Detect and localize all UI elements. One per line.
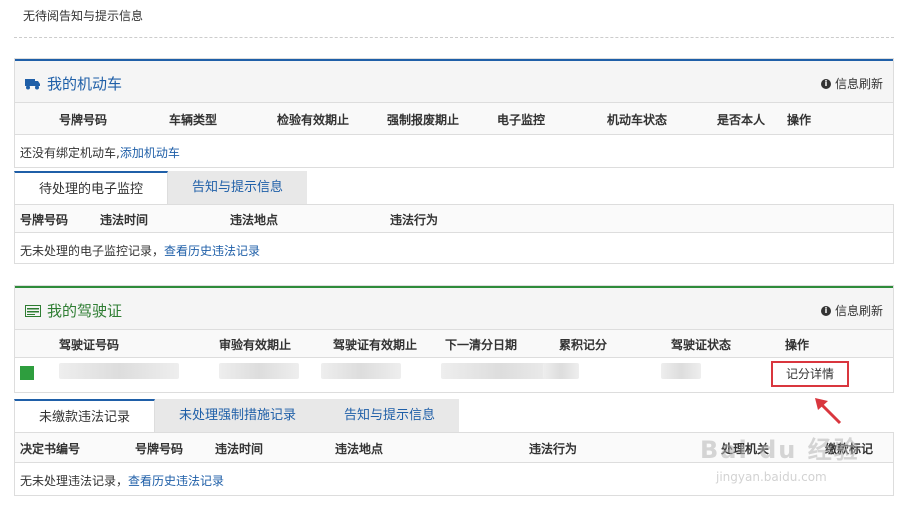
redacted-value bbox=[59, 363, 179, 379]
tab-enforcement-records[interactable]: 未处理强制措施记录 bbox=[155, 399, 321, 433]
vehicle-panel-header: 我的机动车 i 信息刷新 bbox=[15, 59, 893, 103]
license-title-text: 我的驾驶证 bbox=[47, 302, 123, 320]
license-refresh-label: 信息刷新 bbox=[834, 304, 883, 318]
col-header: 号牌号码 bbox=[135, 442, 184, 456]
monitoring-table-header: 号牌号码 违法时间 违法地点 违法行为 bbox=[15, 205, 893, 233]
col-header: 号牌号码 bbox=[59, 113, 108, 127]
license-refresh-button[interactable]: i 信息刷新 bbox=[820, 302, 883, 319]
status-indicator bbox=[20, 366, 34, 380]
vehicle-panel-title: 我的机动车 bbox=[25, 73, 122, 94]
vehicle-panel: 我的机动车 i 信息刷新 号牌号码 车辆类型 检验有效期止 强制报废期止 电子监… bbox=[14, 58, 894, 168]
monitoring-empty-text: 无未处理的电子监控记录， bbox=[20, 244, 165, 258]
monitoring-table: 号牌号码 违法时间 违法地点 违法行为 无未处理的电子监控记录，查看历史违法记录 bbox=[14, 204, 894, 264]
col-header: 车辆类型 bbox=[169, 113, 218, 127]
col-header: 累积记分 bbox=[559, 338, 608, 352]
col-header: 下一清分日期 bbox=[445, 338, 518, 352]
col-header: 违法行为 bbox=[529, 442, 578, 456]
license-panel-title: 我的驾驶证 bbox=[25, 300, 122, 321]
tab-license-notices[interactable]: 告知与提示信息 bbox=[320, 399, 460, 433]
arrow-annotation-icon bbox=[815, 398, 842, 425]
truck-icon bbox=[25, 78, 40, 89]
col-header: 检验有效期止 bbox=[277, 113, 350, 127]
col-header: 机动车状态 bbox=[607, 113, 668, 127]
license-tabs: 未缴款违法记录 未处理强制措施记录 告知与提示信息 bbox=[14, 399, 460, 433]
tab-notices[interactable]: 告知与提示信息 bbox=[168, 171, 308, 205]
vehicle-empty-text: 还没有绑定机动车, bbox=[20, 146, 120, 160]
col-header: 驾驶证号码 bbox=[59, 338, 120, 352]
col-header: 违法行为 bbox=[390, 213, 439, 227]
points-detail-button[interactable]: 记分详情 bbox=[771, 361, 849, 387]
info-icon: i bbox=[820, 305, 831, 316]
redacted-value bbox=[543, 363, 579, 379]
vehicle-title-text: 我的机动车 bbox=[47, 75, 123, 93]
col-header: 违法地点 bbox=[230, 213, 279, 227]
divider bbox=[14, 37, 894, 38]
col-header: 操作 bbox=[787, 113, 812, 127]
tab-unpaid-violations[interactable]: 未缴款违法记录 bbox=[14, 399, 156, 433]
redacted-value bbox=[219, 363, 299, 379]
col-header: 驾驶证状态 bbox=[671, 338, 732, 352]
col-header: 强制报废期止 bbox=[387, 113, 460, 127]
col-header: 审验有效期止 bbox=[219, 338, 292, 352]
col-header: 号牌号码 bbox=[20, 213, 69, 227]
license-panel: 我的驾驶证 i 信息刷新 驾驶证号码 审验有效期止 驾驶证有效期止 下一清分日期… bbox=[14, 285, 894, 393]
col-header: 违法地点 bbox=[335, 442, 384, 456]
redacted-value bbox=[661, 363, 701, 379]
id-card-icon bbox=[25, 304, 41, 317]
license-table-header: 驾驶证号码 审验有效期止 驾驶证有效期止 下一清分日期 累积记分 驾驶证状态 操… bbox=[15, 330, 893, 358]
violations-empty-text: 无未处理违法记录， bbox=[20, 474, 129, 488]
vehicle-tabs: 待处理的电子监控 告知与提示信息 bbox=[14, 171, 308, 205]
vehicle-empty-row: 还没有绑定机动车,添加机动车 bbox=[15, 135, 893, 167]
tab-pending-monitoring[interactable]: 待处理的电子监控 bbox=[14, 171, 169, 205]
col-header: 决定书编号 bbox=[20, 442, 81, 456]
col-header: 违法时间 bbox=[100, 213, 149, 227]
license-row: 记分详情 bbox=[15, 358, 893, 392]
monitoring-empty-row: 无未处理的电子监控记录，查看历史违法记录 bbox=[15, 233, 893, 265]
vehicle-refresh-label: 信息刷新 bbox=[834, 77, 883, 91]
vehicle-table-header: 号牌号码 车辆类型 检验有效期止 强制报废期止 电子监控 机动车状态 是否本人 … bbox=[15, 103, 893, 135]
license-panel-header: 我的驾驶证 i 信息刷新 bbox=[15, 286, 893, 330]
redacted-value bbox=[321, 363, 401, 379]
info-icon: i bbox=[820, 78, 831, 89]
col-header: 驾驶证有效期止 bbox=[333, 338, 418, 352]
watermark: Bai du 经验 bbox=[700, 436, 860, 464]
col-header: 操作 bbox=[785, 338, 810, 352]
col-header: 违法时间 bbox=[215, 442, 264, 456]
col-header: 电子监控 bbox=[497, 113, 546, 127]
top-note: 无待阅告知与提示信息 bbox=[23, 9, 144, 23]
add-vehicle-link[interactable]: 添加机动车 bbox=[120, 146, 180, 160]
col-header: 是否本人 bbox=[717, 113, 766, 127]
watermark-sub: jingyan.baidu.com bbox=[716, 470, 827, 484]
violations-history-link[interactable]: 查看历史违法记录 bbox=[128, 474, 224, 488]
monitoring-history-link[interactable]: 查看历史违法记录 bbox=[164, 244, 260, 258]
vehicle-refresh-button[interactable]: i 信息刷新 bbox=[820, 75, 883, 92]
